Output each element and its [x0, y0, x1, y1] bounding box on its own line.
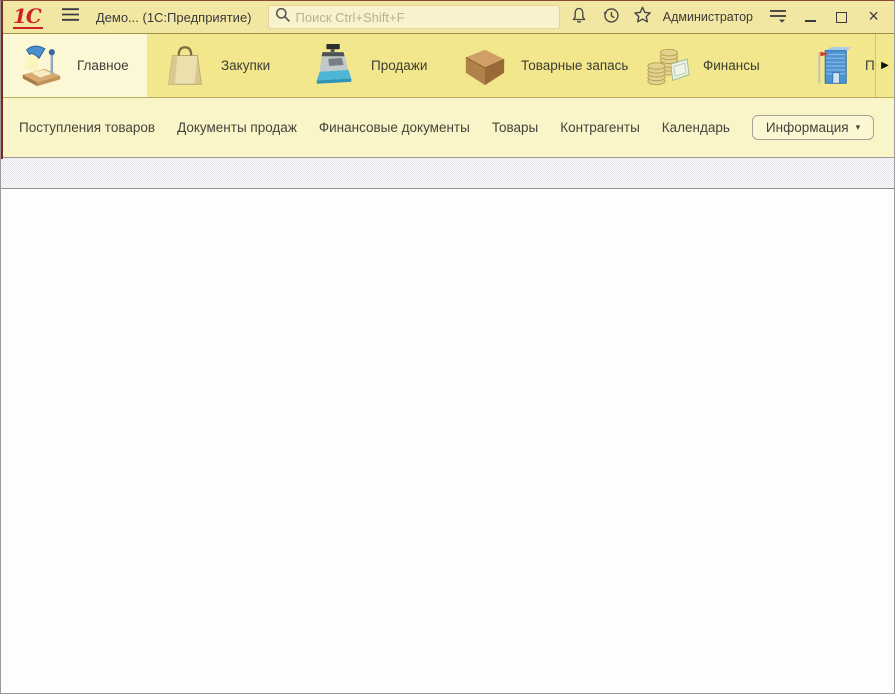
scroll-right-icon: ▶ [881, 60, 889, 71]
section-tab-inventory[interactable]: Товарные запасы [447, 34, 629, 97]
sections-scroll-right-button[interactable]: ▶ [875, 34, 894, 97]
minimize-icon [805, 12, 816, 22]
information-dropdown-label: Информация [766, 120, 849, 135]
maximize-icon [836, 12, 847, 23]
1c-logo: 1С [13, 6, 43, 29]
menu-item-counterparties[interactable]: Контрагенты [560, 120, 640, 135]
global-search[interactable] [268, 5, 560, 29]
section-label: Пр [865, 58, 875, 73]
functions-panel: Поступления товаров Документы продаж Фин… [1, 98, 894, 157]
app-window: 1С Демо... (1С:Предприятие) [0, 0, 895, 694]
favorites-button[interactable] [630, 4, 655, 30]
history-button[interactable] [598, 4, 623, 30]
minimize-button[interactable] [798, 4, 823, 30]
section-label: Финансы [703, 58, 760, 73]
menu-item-calendar[interactable]: Календарь [662, 120, 730, 135]
search-icon [275, 7, 291, 28]
building-icon [805, 43, 853, 89]
user-menu-icon [768, 7, 788, 28]
section-label: Продажи [371, 58, 427, 73]
section-label: Товарные запасы [521, 58, 629, 73]
section-label: Закупки [221, 58, 270, 73]
sections-panel: Главное Закупки Продажи [1, 34, 894, 98]
hamburger-icon [61, 7, 80, 27]
shopping-bag-icon [161, 43, 209, 89]
star-icon [632, 5, 653, 30]
close-button[interactable]: × [861, 4, 886, 30]
box-icon [461, 43, 509, 89]
taskbar-strip [1, 157, 894, 189]
workspace-content-area [1, 189, 894, 694]
window-title: Демо... (1С:Предприятие) [96, 10, 252, 25]
menu-item-goods-receipts[interactable]: Поступления товаров [19, 120, 155, 135]
bell-icon [569, 5, 589, 30]
close-icon: × [868, 7, 879, 25]
current-user-label: Администратор [663, 10, 753, 24]
section-tab-purchases[interactable]: Закупки [147, 34, 297, 97]
maximize-button[interactable] [829, 4, 854, 30]
section-tab-finance[interactable]: Финансы [629, 34, 791, 97]
menu-item-financial-documents[interactable]: Финансовые документы [319, 120, 470, 135]
window-left-accent-border [1, 1, 3, 159]
menu-item-sales-documents[interactable]: Документы продаж [177, 120, 297, 135]
user-settings-menu-button[interactable] [766, 4, 791, 30]
information-dropdown-button[interactable]: Информация ▾ [752, 115, 874, 140]
section-tab-main[interactable]: Главное [1, 34, 147, 97]
section-tab-sales[interactable]: Продажи [297, 34, 447, 97]
section-tab-enterprise[interactable]: Пр [791, 34, 875, 97]
menu-item-goods[interactable]: Товары [492, 120, 538, 135]
coins-icon [643, 43, 691, 89]
notifications-button[interactable] [567, 4, 592, 30]
desk-lamp-icon [17, 43, 65, 89]
chevron-down-icon: ▾ [856, 122, 861, 133]
history-clock-icon [601, 5, 621, 30]
cash-register-icon [311, 43, 359, 89]
search-input[interactable] [296, 10, 553, 25]
section-label: Главное [77, 58, 129, 73]
main-menu-button[interactable] [61, 7, 80, 27]
title-bar: 1С Демо... (1С:Предприятие) [1, 1, 894, 34]
